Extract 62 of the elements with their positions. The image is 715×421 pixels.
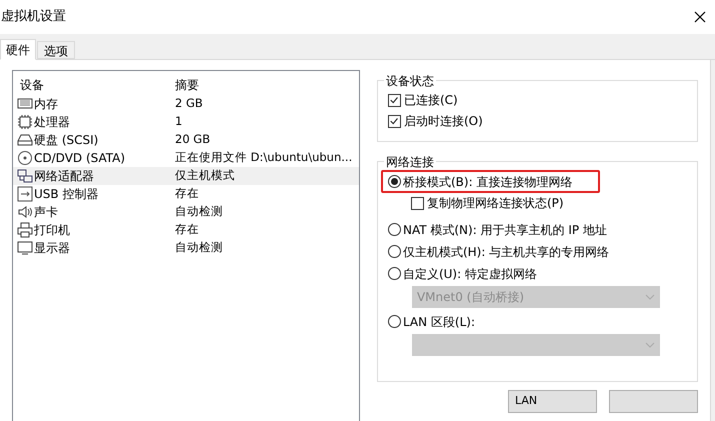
device-summary: 2 GB: [174, 95, 203, 112]
radio-button[interactable]: [388, 223, 401, 236]
device-name: 声卡: [34, 204, 58, 221]
column-header[interactable]: 设备: [13, 76, 172, 94]
device-row[interactable]: USB 控制器 存在: [13, 185, 359, 203]
tab[interactable]: 选项: [37, 41, 75, 59]
radio-label[interactable]: 自定义(U): 特定虚拟网络: [402, 264, 537, 282]
device-name: 打印机: [34, 222, 70, 239]
checkbox[interactable]: [388, 94, 401, 106]
usb-icon: [17, 186, 33, 202]
device-row[interactable]: CD/DVD (SATA) 正在使用文件 D:\ubuntu\ubun...: [13, 149, 359, 167]
printer-icon: [17, 222, 33, 238]
window-title: 虚拟机设置: [1, 8, 66, 26]
device-row[interactable]: 内存 2 GB: [13, 95, 359, 113]
device-name: 处理器: [34, 114, 70, 131]
checkbox-label[interactable]: 启动时连接(O): [404, 112, 483, 130]
radio-button[interactable]: [388, 315, 401, 328]
device-row[interactable]: 声卡 自动检测: [13, 203, 359, 221]
device-name: CD/DVD (SATA): [34, 150, 126, 167]
radio-button[interactable]: [388, 175, 401, 188]
chip-icon: [17, 114, 33, 130]
radio-label[interactable]: LAN 区段(L):: [402, 312, 476, 330]
radio-button[interactable]: [388, 267, 401, 280]
column-header[interactable]: 摘要: [172, 76, 199, 94]
button[interactable]: LAN: [508, 390, 597, 413]
device-summary: 1: [174, 113, 182, 130]
device-name: 硬盘 (SCSI): [34, 132, 98, 149]
radio-label[interactable]: 仅主机模式(H): 与主机共享的专用网络: [402, 242, 610, 260]
close-icon[interactable]: [693, 10, 707, 24]
device-name: USB 控制器: [34, 186, 98, 203]
drive-icon: [17, 132, 33, 148]
device-name: 内存: [34, 96, 58, 113]
radio-button[interactable]: [388, 245, 401, 258]
group-title: 网络连接: [384, 153, 436, 171]
device-summary: 20 GB: [174, 131, 210, 148]
device-summary: 正在使用文件 D:\ubuntu\ubun...: [174, 149, 352, 166]
checkbox[interactable]: [388, 114, 401, 128]
device-summary: 存在: [174, 185, 199, 202]
network-icon: [17, 168, 33, 184]
device-summary: 存在: [174, 221, 199, 238]
radio-label[interactable]: 桥接模式(B): 直接连接物理网络: [402, 172, 572, 190]
disc-icon: [17, 150, 33, 166]
group-title: 设备状态: [384, 72, 436, 90]
device-summary: 仅主机模式: [174, 167, 235, 184]
tab[interactable]: 硬件: [0, 39, 36, 60]
checkbox[interactable]: [410, 196, 424, 210]
speaker-icon: [17, 204, 33, 220]
device-row[interactable]: 显示器 自动检测: [13, 239, 359, 257]
device-row[interactable]: 网络适配器 仅主机模式: [13, 167, 359, 185]
chevron-icon: [644, 342, 655, 348]
device-summary: 自动检测: [174, 203, 223, 220]
radio-label[interactable]: NAT 模式(N): 用于共享主机的 IP 地址: [402, 220, 607, 238]
device-summary: 自动检测: [174, 239, 223, 256]
device-name: 网络适配器: [34, 168, 94, 185]
checkbox-label[interactable]: 复制物理网络连接状态(P): [426, 194, 564, 212]
device-row[interactable]: 硬盘 (SCSI) 20 GB: [13, 131, 359, 149]
device-row[interactable]: 处理器 1: [13, 113, 359, 131]
checkbox-label[interactable]: 已连接(C): [404, 91, 458, 109]
device-name: 显示器: [34, 240, 70, 257]
device-row[interactable]: 打印机 存在: [13, 221, 359, 239]
monitor-icon: [17, 240, 33, 256]
chevron-icon: [644, 294, 655, 300]
